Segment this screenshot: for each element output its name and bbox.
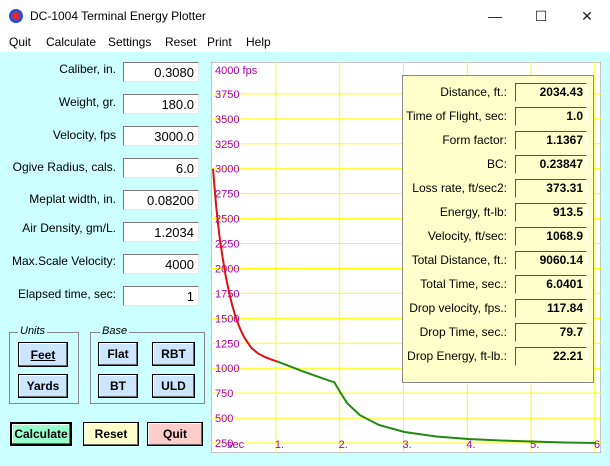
drop-energy-value: 22.21 — [515, 347, 587, 366]
uld-base-button[interactable]: ULD — [152, 374, 195, 398]
x-tick-label: 2. — [339, 439, 348, 451]
distance-label: Distance, ft.: — [440, 85, 507, 99]
bt-base-button[interactable]: BT — [98, 374, 138, 398]
caliber-input[interactable]: 0.3080 — [123, 62, 199, 82]
menu-print[interactable]: Print — [207, 35, 232, 49]
base-group-title: Base — [100, 325, 130, 337]
max-scale-velocity-input[interactable]: 4000 — [123, 254, 199, 274]
title-bar: DC-1004 Terminal Energy Plotter — ☐ ✕ — [0, 0, 610, 32]
y-tick-label: 3000 — [215, 164, 239, 176]
air-density-input[interactable]: 1.2034 — [123, 222, 199, 242]
loss-rate-label: Loss rate, ft/sec2: — [412, 181, 507, 195]
time-of-flight-label: Time of Flight, sec: — [406, 109, 507, 123]
elapsed-time-label: Elapsed time, sec: — [17, 287, 116, 301]
max-scale-velocity-label: Max.Scale Velocity: — [11, 254, 116, 268]
weight-input[interactable]: 180.0 — [123, 94, 199, 114]
x-tick-label: 1. — [275, 439, 284, 451]
x-tick-label: 4. — [466, 439, 475, 451]
maximize-button[interactable]: ☐ — [518, 0, 564, 32]
form-factor-value: 1.1367 — [515, 131, 587, 150]
feet-button[interactable]: Feet — [18, 342, 68, 367]
rbt-base-button[interactable]: RBT — [152, 342, 195, 366]
units-group-title: Units — [18, 325, 48, 337]
drop-velocity-value: 117.84 — [515, 299, 587, 318]
quit-button[interactable]: Quit — [147, 422, 203, 446]
y-tick-label: 3250 — [215, 139, 239, 151]
x-tick-label: 3. — [403, 439, 412, 451]
y-tick-label: 1000 — [215, 363, 239, 375]
total-time-value: 6.0401 — [515, 275, 587, 294]
drop-time-label: Drop Time, sec.: — [419, 325, 507, 339]
drop-energy-label: Drop Energy, ft-lb.: — [407, 349, 507, 363]
form-factor-label: Form factor: — [442, 133, 507, 147]
flat-base-button[interactable]: Flat — [98, 342, 138, 366]
menu-quit[interactable]: Quit — [9, 35, 31, 49]
yards-button[interactable]: Yards — [18, 374, 68, 398]
elapsed-time-input[interactable]: 1 — [123, 286, 199, 306]
y-tick-label: 2750 — [215, 189, 239, 201]
total-distance-label: Total Distance, ft.: — [411, 253, 507, 267]
y-tick-label: 2250 — [215, 239, 239, 251]
meplat-width-label: Meplat width, in. — [29, 192, 116, 206]
time-of-flight-value: 1.0 — [515, 107, 587, 126]
energy-label: Energy, ft-lb: — [439, 205, 507, 219]
menu-bar: Quit Calculate Settings Reset Print Help — [0, 32, 610, 52]
bc-label: BC: — [486, 157, 507, 171]
y-tick-label: 1250 — [215, 338, 239, 350]
velocity-label: Velocity, fps — [52, 128, 116, 142]
app-icon — [9, 9, 23, 23]
air-density-label: Air Density, gm/L. — [22, 221, 116, 235]
total-time-label: Total Time, sec.: — [420, 277, 507, 291]
menu-calculate[interactable]: Calculate — [46, 35, 96, 49]
menu-settings[interactable]: Settings — [108, 35, 151, 49]
drop-velocity-label: Drop velocity, fps.: — [409, 301, 507, 315]
total-distance-value: 9060.14 — [515, 251, 587, 270]
y-tick-label: 4000 fps — [215, 65, 258, 77]
reset-button[interactable]: Reset — [83, 422, 139, 446]
y-tick-label: 1750 — [215, 288, 239, 300]
loss-rate-value: 373.31 — [515, 179, 587, 198]
y-tick-label: 500 — [215, 413, 233, 425]
y-tick-label: 3750 — [215, 89, 239, 101]
drop-time-value: 79.7 — [515, 323, 587, 342]
ogive-radius-input[interactable]: 6.0 — [123, 158, 199, 178]
calculate-button[interactable]: Calculate — [10, 422, 72, 446]
menu-help[interactable]: Help — [246, 35, 271, 49]
window-title: DC-1004 Terminal Energy Plotter — [30, 9, 206, 23]
velocity-label: Velocity, ft/sec: — [427, 229, 507, 243]
y-tick-label: 3500 — [215, 114, 239, 126]
velocity-value: 1068.9 — [515, 227, 587, 246]
bc-value: 0.23847 — [515, 155, 587, 174]
x-tick-label: sec — [227, 439, 245, 451]
caliber-label: Caliber, in. — [59, 62, 116, 76]
velocity-input[interactable]: 3000.0 — [123, 126, 199, 146]
close-button[interactable]: ✕ — [564, 0, 610, 32]
distance-value: 2034.43 — [515, 83, 587, 102]
y-tick-label: 2000 — [215, 263, 239, 275]
meplat-width-input[interactable]: 0.08200 — [123, 190, 199, 210]
menu-reset[interactable]: Reset — [165, 35, 196, 49]
results-panel: Distance, ft.: 2034.43 Time of Flight, sec… — [402, 75, 594, 383]
ogive-radius-label: Ogive Radius, cals. — [12, 160, 116, 174]
weight-label: Weight, gr. — [58, 95, 116, 109]
y-tick-label: 750 — [215, 388, 233, 400]
x-tick-label: 6. — [594, 439, 601, 451]
minimize-button[interactable]: — — [472, 0, 518, 32]
energy-value: 913.5 — [515, 203, 587, 222]
